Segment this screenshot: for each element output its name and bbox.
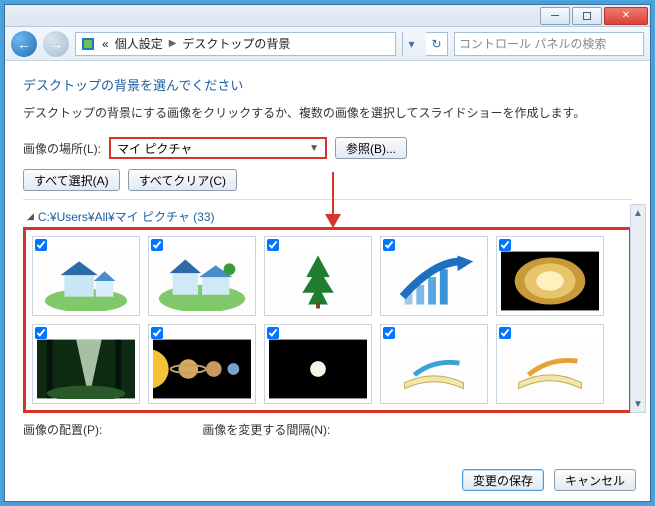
location-select[interactable]: マイ ピクチャ ▼ — [109, 137, 327, 159]
breadcrumb-prefix: « — [102, 37, 109, 51]
minimize-icon — [551, 15, 559, 16]
gallery-scrollbar[interactable]: ▲ ▼ — [630, 204, 646, 413]
thumb-arrow-chart[interactable] — [380, 236, 488, 316]
interval-label: 画像を変更する間隔(N): — [202, 421, 330, 438]
refresh-button[interactable]: ↻ — [426, 32, 448, 56]
thumb-image — [501, 251, 599, 311]
breadcrumb-seg-2[interactable]: デスクトップの背景 — [182, 35, 290, 52]
thumb-checkbox[interactable] — [267, 327, 279, 339]
breadcrumb-dropdown[interactable]: ▾ — [402, 32, 420, 56]
content: デスクトップの背景を選んでください デスクトップの背景にする画像をクリックするか… — [5, 61, 650, 446]
thumb-stage[interactable] — [496, 236, 604, 316]
thumb-image — [153, 251, 251, 311]
thumb-checkbox[interactable] — [151, 327, 163, 339]
thumb-house-1[interactable] — [32, 236, 140, 316]
control-panel-icon — [80, 36, 96, 52]
group-header[interactable]: ◢ C:¥Users¥All¥マイ ピクチャ (33) — [27, 208, 632, 225]
arrow-right-icon: → — [49, 37, 63, 51]
group-title-text: C:¥Users¥All¥マイ ピクチャ (33) — [38, 208, 215, 225]
thumb-image — [385, 339, 483, 399]
thumb-image — [269, 339, 367, 399]
thumb-image — [153, 339, 251, 399]
thumb-checkbox[interactable] — [35, 327, 47, 339]
save-button-label: 変更の保存 — [473, 472, 533, 489]
titlebar: ✕ — [5, 5, 650, 27]
navbar: ← → « 個人設定 ▶ デスクトップの背景 ▾ ↻ コントロール パネルの検索 — [5, 27, 650, 61]
actions: 変更の保存 キャンセル — [462, 469, 636, 491]
thumb-checkbox[interactable] — [267, 239, 279, 251]
location-label: 画像の場所(L): — [23, 140, 101, 157]
clear-all-label: すべてクリア(C) — [139, 172, 226, 189]
browse-button-label: 参照(B)... — [346, 140, 396, 157]
select-all-label: すべて選択(A) — [34, 172, 109, 189]
thumb-book-1[interactable] — [380, 324, 488, 404]
nav-forward-button[interactable]: → — [43, 31, 69, 57]
breadcrumb-seg-1[interactable]: 個人設定 — [115, 35, 163, 52]
chevron-down-icon: ▼ — [309, 143, 319, 154]
thumb-forest[interactable] — [32, 324, 140, 404]
scroll-down-icon: ▼ — [631, 396, 645, 412]
cancel-button-label: キャンセル — [565, 472, 625, 489]
window: ✕ ← → « 個人設定 ▶ デスクトップの背景 ▾ ↻ コントロール パネルの… — [4, 4, 651, 502]
maximize-button[interactable] — [572, 7, 602, 25]
thumb-image — [385, 251, 483, 311]
nav-back-button[interactable]: ← — [11, 31, 37, 57]
chevron-right-icon: ▶ — [169, 38, 177, 49]
save-button[interactable]: 変更の保存 — [462, 469, 544, 491]
thumb-house-2[interactable] — [148, 236, 256, 316]
thumb-book-2[interactable] — [496, 324, 604, 404]
close-icon: ✕ — [622, 10, 630, 21]
select-all-button[interactable]: すべて選択(A) — [23, 169, 120, 191]
thumb-checkbox[interactable] — [35, 239, 47, 251]
gallery-wrap: ◢ C:¥Users¥All¥マイ ピクチャ (33) — [23, 199, 632, 413]
maximize-icon — [583, 12, 591, 20]
page-description: デスクトップの背景にする画像をクリックするか、複数の画像を選択してスライドショー… — [23, 104, 632, 121]
thumb-planets[interactable] — [148, 324, 256, 404]
thumb-checkbox[interactable] — [499, 327, 511, 339]
chevron-down-icon: ▾ — [408, 37, 414, 51]
thumb-tree[interactable] — [264, 236, 372, 316]
location-value: マイ ピクチャ — [117, 140, 192, 157]
thumb-image — [37, 339, 135, 399]
thumb-checkbox[interactable] — [383, 327, 395, 339]
selection-row: すべて選択(A) すべてクリア(C) — [23, 169, 632, 191]
thumb-image — [269, 251, 367, 311]
refresh-icon: ↻ — [431, 37, 441, 51]
thumb-image — [501, 339, 599, 399]
search-input[interactable]: コントロール パネルの検索 — [454, 32, 644, 56]
browse-button[interactable]: 参照(B)... — [335, 137, 407, 159]
arrow-left-icon: ← — [17, 37, 31, 51]
position-label: 画像の配置(P): — [23, 421, 102, 438]
thumb-moon[interactable] — [264, 324, 372, 404]
expand-icon: ◢ — [27, 211, 34, 222]
page-title: デスクトップの背景を選んでください — [23, 75, 632, 94]
clear-all-button[interactable]: すべてクリア(C) — [128, 169, 237, 191]
thumb-checkbox[interactable] — [383, 239, 395, 251]
cancel-button[interactable]: キャンセル — [554, 469, 636, 491]
thumb-image — [37, 251, 135, 311]
close-button[interactable]: ✕ — [604, 7, 648, 25]
gallery — [23, 227, 632, 413]
breadcrumb[interactable]: « 個人設定 ▶ デスクトップの背景 — [75, 32, 396, 56]
bottom-row: 画像の配置(P): 画像を変更する間隔(N): — [23, 421, 632, 438]
minimize-button[interactable] — [540, 7, 570, 25]
location-row: 画像の場所(L): マイ ピクチャ ▼ 参照(B)... — [23, 137, 632, 159]
scroll-up-icon: ▲ — [631, 205, 645, 221]
thumb-checkbox[interactable] — [499, 239, 511, 251]
search-placeholder: コントロール パネルの検索 — [459, 35, 606, 52]
thumb-checkbox[interactable] — [151, 239, 163, 251]
